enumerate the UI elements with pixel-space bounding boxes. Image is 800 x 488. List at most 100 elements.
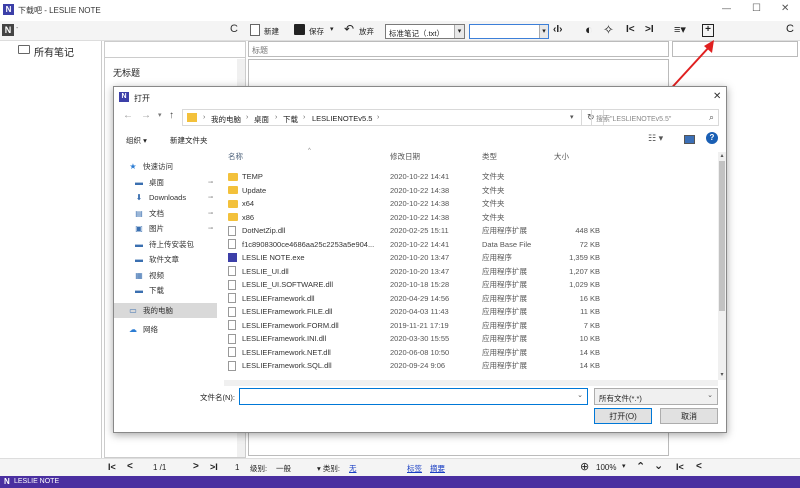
next-page-icon[interactable]: > xyxy=(193,461,199,472)
minimize-button[interactable]: — xyxy=(722,3,731,13)
filetype-filter-select[interactable]: 所有文件(*.*) ⌄ xyxy=(594,388,718,405)
dialog-close-button[interactable]: ✕ xyxy=(713,91,721,102)
file-row[interactable]: LESLIE_UI.dll 2020-10-20 13:47 应用程序扩展 1,207… xyxy=(224,265,718,279)
filename-dropdown-icon[interactable]: ⌄ xyxy=(577,391,583,399)
zoom-icon[interactable]: ⊕ xyxy=(580,460,589,473)
save-button[interactable]: 保存 xyxy=(309,26,324,37)
open-button[interactable]: 打开(O) xyxy=(594,408,652,424)
nav-item[interactable]: ★ 快速访问 xyxy=(114,159,217,175)
summary-link[interactable]: 摘要 xyxy=(430,463,445,474)
filter-dropdown-icon[interactable]: ⌄ xyxy=(707,391,713,399)
view-icon[interactable]: ☷ ▾ xyxy=(648,133,663,144)
maximize-button[interactable]: ☐ xyxy=(752,3,761,14)
organize-button[interactable]: 组织 ▾ xyxy=(126,135,147,146)
file-row[interactable]: LESLIEFramework.FILE.dll 2020-04-03 11:43… xyxy=(224,305,718,319)
last-page-icon[interactable]: >I xyxy=(210,462,218,472)
nav-item[interactable]: ☁ 网络 xyxy=(114,322,217,338)
filename-input[interactable]: ⌄ xyxy=(239,388,588,405)
column-header-date[interactable]: 修改日期 xyxy=(384,151,476,162)
scroll-thumb[interactable] xyxy=(719,161,725,311)
file-row[interactable]: DotNetZip.dll 2020-02-25 15:11 应用程序扩展 448 K… xyxy=(224,224,718,238)
refresh-right-icon[interactable]: C xyxy=(786,23,794,35)
nav-item[interactable]: ▬ 软件文章 xyxy=(114,252,217,268)
refresh-icon[interactable]: C xyxy=(230,23,238,35)
file-row[interactable]: Update 2020-10-22 14:38 文件夹 xyxy=(224,184,718,198)
nav-item[interactable]: ⬇ Downloads ⊸ xyxy=(114,190,217,206)
save-icon[interactable] xyxy=(294,24,305,35)
prev-page-icon[interactable]: < xyxy=(127,461,133,472)
filetype-select[interactable]: 标准笔记（.txt） ▾ xyxy=(385,24,465,39)
up-icon[interactable]: ↑ xyxy=(169,110,174,121)
file-row[interactable]: LESLIEFramework.dll 2020-04-29 14:56 应用程序扩… xyxy=(224,292,718,306)
nav-item[interactable]: ▭ 我的电脑 xyxy=(114,302,217,318)
level-select[interactable]: 一般 xyxy=(276,463,291,474)
breadcrumb-item[interactable]: 桌面 xyxy=(254,114,269,125)
nav-item[interactable]: ▬ 待上传安装包 xyxy=(114,237,217,253)
collapse-down-icon[interactable]: ⌄ xyxy=(654,459,663,472)
file-row[interactable]: LESLIEFramework.NET.dll 2020-06-08 10:50 应… xyxy=(224,346,718,360)
note-item[interactable]: 无标题 xyxy=(113,66,140,79)
address-dropdown-icon[interactable]: ▾ xyxy=(570,113,574,121)
nav-item[interactable]: ▬ 桌面 ⊸ xyxy=(114,175,217,191)
pin-icon[interactable]: ✧ xyxy=(603,22,614,38)
new-note-icon[interactable] xyxy=(250,24,260,36)
notebook-icon[interactable]: N xyxy=(2,24,14,36)
category-link[interactable]: 无 xyxy=(349,463,357,474)
file-row[interactable]: LESLIEFramework.FORM.dll 2019-11-21 17:19… xyxy=(224,319,718,333)
breadcrumb-item[interactable]: 下载 xyxy=(283,114,298,125)
discard-icon[interactable]: ↶ xyxy=(344,22,354,36)
column-header-size[interactable]: 大小 xyxy=(552,151,600,162)
contrast-icon[interactable]: ◐ xyxy=(585,22,593,37)
zoom-value[interactable]: 100% xyxy=(596,463,616,472)
pin-icon[interactable]: ⊸ xyxy=(208,225,213,232)
file-row[interactable]: LESLIE_UI.SOFTWARE.dll 2020-10-18 15:28 应用… xyxy=(224,278,718,292)
help-icon[interactable]: ? xyxy=(706,132,718,144)
file-row[interactable]: LESLIEFramework.INI.dll 2020-03-30 15:55 应… xyxy=(224,332,718,346)
search-input[interactable]: 搜索"LESLIENOTEv5.5" ⌕ xyxy=(591,109,719,126)
new-note-button[interactable]: 新建 xyxy=(264,26,279,37)
breadcrumb-item[interactable]: LESLIENOTEv5.5 xyxy=(312,114,372,123)
back-icon[interactable]: ← xyxy=(123,110,133,121)
recent-dropdown-icon[interactable]: ▾ xyxy=(158,111,162,119)
zoom-dropdown-icon[interactable]: ▾ xyxy=(622,462,626,470)
nav-item[interactable]: ▣ 图片 ⊸ xyxy=(114,221,217,237)
forward-icon[interactable]: → xyxy=(141,110,151,121)
font-dropdown-icon[interactable]: ▾ xyxy=(539,25,548,38)
address-bar[interactable]: › 我的电脑 › 桌面 › 下载 › LESLIENOTEv5.5 › xyxy=(182,109,582,126)
new-folder-button[interactable]: 新建文件夹 xyxy=(170,135,208,146)
bottom-first-icon[interactable]: I< xyxy=(676,462,684,472)
scroll-up-icon[interactable]: ▴ xyxy=(718,152,726,160)
save-dropdown-icon[interactable]: ▾ xyxy=(330,25,334,33)
file-row[interactable]: x64 2020-10-22 14:38 文件夹 xyxy=(224,197,718,211)
column-header-type[interactable]: 类型 xyxy=(476,151,552,162)
tags-link[interactable]: 标签 xyxy=(407,463,422,474)
split-icon[interactable]: ‹I› xyxy=(553,24,562,35)
file-row[interactable]: LESLIE NOTE.exe 2020-10-20 13:47 应用程序 1,359… xyxy=(224,251,718,265)
notebook-dropdown-icon[interactable]: - xyxy=(16,25,18,32)
first-page-icon[interactable]: I< xyxy=(108,462,116,472)
file-row[interactable]: f1c8908300ce4686aa25c2253a5e904... 2020-1… xyxy=(224,238,718,252)
pin-icon[interactable]: ⊸ xyxy=(208,194,213,201)
collapse-up-icon[interactable]: ⌃ xyxy=(636,460,645,473)
nav-item[interactable]: ▬ 下载 xyxy=(114,283,217,299)
horizontal-scrollbar[interactable] xyxy=(224,380,718,386)
pin-icon[interactable]: ⊸ xyxy=(208,179,213,186)
column-header-name[interactable]: 名称 xyxy=(224,151,384,162)
discard-button[interactable]: 放弃 xyxy=(359,26,374,37)
filetype-dropdown-icon[interactable]: ▾ xyxy=(454,25,464,38)
cancel-button[interactable]: 取消 xyxy=(660,408,718,424)
close-button[interactable]: ✕ xyxy=(781,3,789,14)
scroll-down-icon[interactable]: ▾ xyxy=(718,371,726,379)
preview-pane-icon[interactable] xyxy=(684,135,695,144)
bottom-prev-icon[interactable]: < xyxy=(696,461,702,472)
file-row[interactable]: x86 2020-10-22 14:38 文件夹 xyxy=(224,211,718,225)
file-list-scrollbar[interactable]: ▴ ▾ xyxy=(718,152,726,380)
pin-icon[interactable]: ⊸ xyxy=(208,210,213,217)
notes-search-input[interactable] xyxy=(105,42,245,58)
note-title-input[interactable]: 标题 xyxy=(248,41,669,57)
nav-item[interactable]: ▦ 视频 xyxy=(114,268,217,284)
font-select[interactable]: ▾ xyxy=(469,24,549,39)
nav-item[interactable]: ▤ 文档 ⊸ xyxy=(114,206,217,222)
sidebar-item-all-notes[interactable]: 所有笔记 xyxy=(34,44,74,59)
file-row[interactable]: LESLIEFramework.SQL.dll 2020-09-24 9:06 应用… xyxy=(224,359,718,373)
